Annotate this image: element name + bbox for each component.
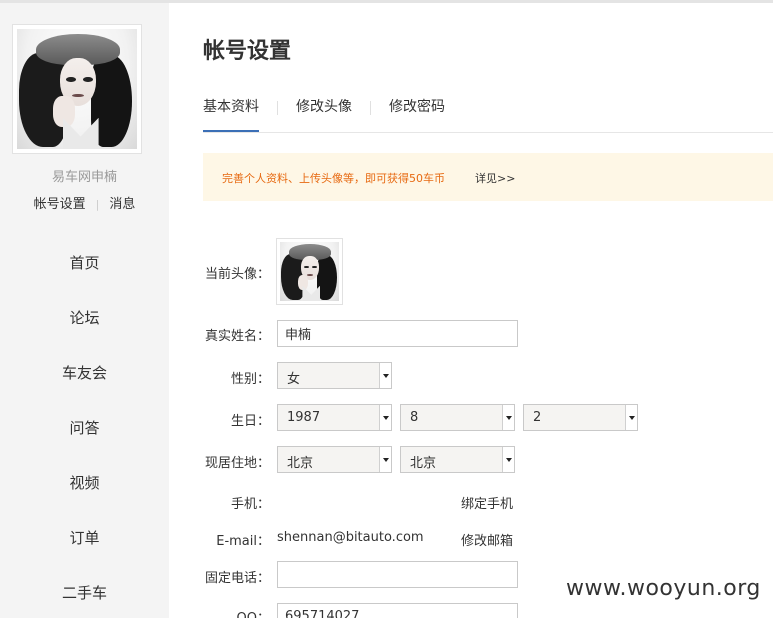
watermark: www.wooyun.org [566,576,761,601]
chevron-down-icon [379,405,391,430]
avatar-label: 当前头像： [204,267,270,282]
gender-label: 性别： [230,372,270,387]
notice-banner: 完善个人资料、上传头像等，即可获得50车币 详见>> [203,153,773,201]
current-avatar-photo [280,242,339,301]
nav-item-club[interactable]: 车友会 [0,346,169,401]
birth-month-value: 8 [410,410,419,425]
chevron-down-icon [502,405,514,430]
province-select[interactable]: 北京 [277,446,392,473]
sidebar-nav: 首页 论坛 车友会 问答 视频 订单 二手车 [0,236,169,618]
birth-month-select[interactable]: 8 [400,404,515,431]
email-label: E-mail： [216,534,270,549]
chevron-down-icon [379,447,391,472]
notice-more-link[interactable]: 详见>> [475,170,515,186]
current-avatar [276,238,343,305]
nav-item-qa[interactable]: 问答 [0,401,169,456]
chevron-down-icon [625,405,637,430]
divider: | [95,198,100,211]
birth-year-value: 1987 [287,410,321,425]
chevron-down-icon [502,447,514,472]
chevron-down-icon [379,363,391,388]
nav-item-video[interactable]: 视频 [0,456,169,511]
qq-label: QQ： [200,607,270,618]
name-input[interactable] [277,320,518,347]
gender-select[interactable]: 女 [277,362,392,389]
sidebar-sub-links: 帐号设置 | 消息 [0,193,169,212]
tab-underline [203,132,773,133]
notice-message: 完善个人资料、上传头像等，即可获得50车币 [222,172,445,185]
messages-link[interactable]: 消息 [109,197,135,212]
gender-value: 女 [287,372,301,387]
email-value: shennan@bitauto.com [277,530,424,545]
page-title: 帐号设置 [203,39,292,64]
birth-day-value: 2 [533,410,542,425]
phone-label: 手机： [230,497,270,512]
bind-phone-link[interactable]: 绑定手机 [461,493,513,512]
residence-label: 现居住地： [204,456,270,471]
main-content: 帐号设置 基本资料 修改头像 修改密码 完善个人资料、上传头像等，即可获得50车… [169,3,773,618]
birthday-label: 生日： [230,414,270,429]
name-label: 真实姓名： [204,329,270,344]
avatar-photo [17,29,137,149]
sidebar: 易车网申楠 帐号设置 | 消息 首页 论坛 车友会 问答 视频 订单 二手车 [0,3,169,618]
account-settings-link[interactable]: 帐号设置 [34,197,86,212]
nav-item-used-cars[interactable]: 二手车 [0,566,169,618]
tab-change-avatar[interactable]: 修改头像 [296,97,352,133]
tab-basic-info[interactable]: 基本资料 [203,97,259,133]
tab-bar: 基本资料 修改头像 修改密码 [203,97,445,133]
nav-item-forum[interactable]: 论坛 [0,291,169,346]
birth-day-select[interactable]: 2 [523,404,638,431]
nav-item-home[interactable]: 首页 [0,236,169,291]
birth-year-select[interactable]: 1987 [277,404,392,431]
city-select[interactable]: 北京 [400,446,515,473]
tab-change-password[interactable]: 修改密码 [389,97,445,133]
landline-label: 固定电话： [204,571,270,586]
landline-input[interactable] [277,561,518,588]
change-email-link[interactable]: 修改邮箱 [461,530,513,549]
qq-input[interactable] [277,603,518,618]
nav-item-orders[interactable]: 订单 [0,511,169,566]
avatar[interactable] [12,24,142,154]
tab-divider [277,101,278,115]
username[interactable]: 易车网申楠 [0,166,169,185]
province-value: 北京 [287,456,314,471]
tab-divider [370,101,371,115]
city-value: 北京 [410,456,437,471]
